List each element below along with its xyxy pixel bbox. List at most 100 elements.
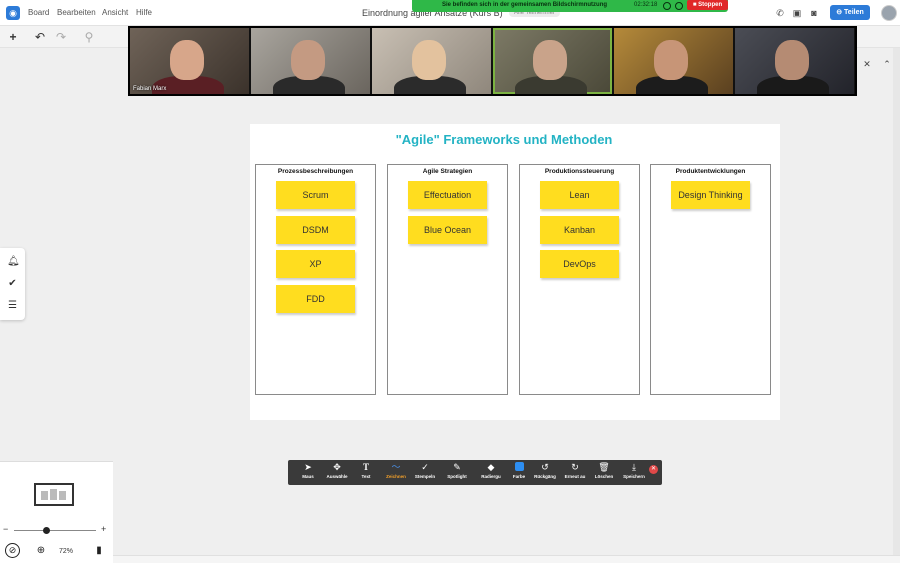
video-tile[interactable] xyxy=(735,28,854,94)
undo-tool-button[interactable]: ↺ Rückgäng xyxy=(530,462,560,483)
sticky-note[interactable]: Blue Ocean xyxy=(408,216,487,244)
mouse-tool-button[interactable]: ➤ Maus xyxy=(293,462,323,483)
zoom-slider[interactable] xyxy=(14,530,96,531)
zoom-icon[interactable]: ⊕ xyxy=(33,543,49,559)
menu-help[interactable]: Hilfe xyxy=(136,8,152,17)
menu-bar: ◉ Board Bearbeiten Ansicht Hilfe Einordn… xyxy=(0,0,900,26)
sticky-note[interactable]: Design Thinking xyxy=(671,181,750,209)
text-icon: T xyxy=(362,462,369,472)
menu-edit[interactable]: Bearbeiten xyxy=(57,8,96,17)
pause-share-icon[interactable] xyxy=(663,2,671,10)
side-panel: 🔔︎ ✔ ☰ xyxy=(0,248,25,320)
spotlight-icon: ✎ xyxy=(453,462,461,472)
zoom-out-button[interactable]: − xyxy=(3,524,8,534)
camera-icon[interactable]: ▣ xyxy=(792,8,802,18)
participant-face xyxy=(775,40,809,80)
vertical-scrollbar[interactable] xyxy=(893,48,900,555)
video-tile[interactable]: Fabian Marx xyxy=(130,28,249,94)
undo-icon: ↺ xyxy=(541,462,549,472)
draw-tool-button[interactable]: 〜 Zeichnen xyxy=(381,462,411,483)
save-tool-button[interactable]: ⤓ Speichern xyxy=(619,462,649,483)
menu-board[interactable]: Board xyxy=(28,8,49,17)
participant-name: Fabian Marx xyxy=(133,86,167,92)
phone-icon[interactable]: ✆ xyxy=(775,8,785,18)
horizontal-scrollbar[interactable] xyxy=(113,555,900,563)
save-icon: ⤓ xyxy=(632,462,636,472)
minimap-viewport[interactable] xyxy=(34,483,74,506)
zoom-level[interactable]: 72% xyxy=(59,548,73,555)
sticky-note[interactable]: Effectuation xyxy=(408,181,487,209)
trash-icon: 🗑︎ xyxy=(598,462,610,472)
column-title: Produktentwicklungen xyxy=(675,168,746,175)
list-icon[interactable]: ☰ xyxy=(7,300,18,311)
column-title: Prozessbeschreibungen xyxy=(277,168,354,175)
check-circle-icon[interactable]: ✔ xyxy=(7,278,18,289)
text-tool-button[interactable]: T Text xyxy=(351,462,381,483)
participant-face xyxy=(654,40,688,80)
participant-face xyxy=(533,40,567,80)
column-title: Agile Strategien xyxy=(422,168,473,175)
sticky-note[interactable]: FDD xyxy=(276,285,355,313)
column-agile-strategien[interactable]: Agile Strategien Effectuation Blue Ocean xyxy=(387,164,508,395)
board-heading[interactable]: "Agile" Frameworks und Methoden xyxy=(250,132,758,147)
column-produktionssteuerung[interactable]: Produktionssteuerung Lean Kanban DevOps xyxy=(519,164,640,395)
sticky-note[interactable]: Lean xyxy=(540,181,619,209)
select-tool-button[interactable]: ✥ Auswähle xyxy=(322,462,352,483)
stamp-icon: ✓ xyxy=(421,462,429,472)
bell-icon[interactable]: 🔔︎ xyxy=(7,256,20,267)
chat-icon[interactable]: ◙ xyxy=(809,8,819,18)
close-icon[interactable]: ✕ xyxy=(649,465,658,474)
stop-share-button[interactable]: ■ Stoppen xyxy=(687,0,728,10)
menu-view[interactable]: Ansicht xyxy=(102,8,128,17)
zoom-in-button[interactable]: + xyxy=(101,524,106,534)
video-tile-active-speaker[interactable] xyxy=(493,28,612,94)
move-icon: ✥ xyxy=(333,462,341,472)
video-strip: Fabian Marx xyxy=(128,26,857,96)
sticky-note[interactable]: DevOps xyxy=(540,250,619,278)
participant-face xyxy=(291,40,325,80)
participant-face xyxy=(170,40,204,80)
eraser-icon: ◆ xyxy=(487,462,495,472)
eraser-tool-button[interactable]: ◆ Radiergu xyxy=(476,462,506,483)
screen-share-timer: 02:32:18 xyxy=(634,2,658,8)
screen-share-message: Sie befinden sich in der gemeinsamen Bil… xyxy=(442,2,608,8)
video-tile[interactable] xyxy=(372,28,491,94)
cursor-icon: ➤ xyxy=(304,462,312,472)
spotlight-tool-button[interactable]: ✎ Spotlight xyxy=(442,462,472,483)
video-tile[interactable] xyxy=(251,28,370,94)
clear-tool-button[interactable]: 🗑︎ Löschen xyxy=(589,462,619,483)
chat-bubble-logo-icon[interactable]: ◉ xyxy=(6,6,20,20)
board-frame[interactable]: "Agile" Frameworks und Methoden Prozessb… xyxy=(250,124,780,420)
chevron-up-icon[interactable]: ⌃ xyxy=(882,59,892,69)
compass-icon[interactable]: ⊘ xyxy=(5,543,20,558)
minimap-thumbnail xyxy=(59,491,66,500)
undo-icon[interactable]: ↶ xyxy=(33,30,47,44)
redo-icon[interactable]: ↷ xyxy=(54,30,68,44)
zoom-slider-thumb[interactable] xyxy=(43,527,51,534)
add-icon[interactable]: + xyxy=(6,30,20,44)
screen-share-banner: Sie befinden sich in der gemeinsamen Bil… xyxy=(412,0,728,12)
user-avatar[interactable] xyxy=(881,5,897,21)
sticky-note[interactable]: XP xyxy=(276,250,355,278)
annotation-toolbar: ➤ Maus ✥ Auswähle T Text 〜 Zeichnen ✓ St… xyxy=(288,460,662,485)
mouse-icon[interactable]: ▮ xyxy=(91,543,107,559)
participant-face xyxy=(412,40,446,80)
video-tile[interactable] xyxy=(614,28,733,94)
stamp-tool-button[interactable]: ✓ Stempeln xyxy=(410,462,440,483)
share-settings-icon[interactable] xyxy=(675,2,683,10)
draw-icon: 〜 xyxy=(391,462,401,472)
collapse-icon[interactable]: ✕ xyxy=(862,59,872,69)
minimap-thumbnail xyxy=(50,489,57,500)
sticky-note[interactable]: Kanban xyxy=(540,216,619,244)
format-painter-icon[interactable]: ⚲ xyxy=(82,30,96,44)
sticky-note[interactable]: Scrum xyxy=(276,181,355,209)
minimap-panel: − + ⊘ ⊕ 72% ▮ xyxy=(0,461,113,563)
column-title: Produktionssteuerung xyxy=(544,168,615,175)
column-prozessbeschreibungen[interactable]: Prozessbeschreibungen Scrum DSDM XP FDD xyxy=(255,164,376,395)
column-produktentwicklungen[interactable]: Produktentwicklungen Design Thinking xyxy=(650,164,771,395)
redo-icon: ↻ xyxy=(571,462,579,472)
sticky-note[interactable]: DSDM xyxy=(276,216,355,244)
share-button[interactable]: ⊖ Teilen xyxy=(830,5,870,20)
redo-tool-button[interactable]: ↻ Erneut au xyxy=(560,462,590,483)
minimap-thumbnail xyxy=(41,491,48,500)
